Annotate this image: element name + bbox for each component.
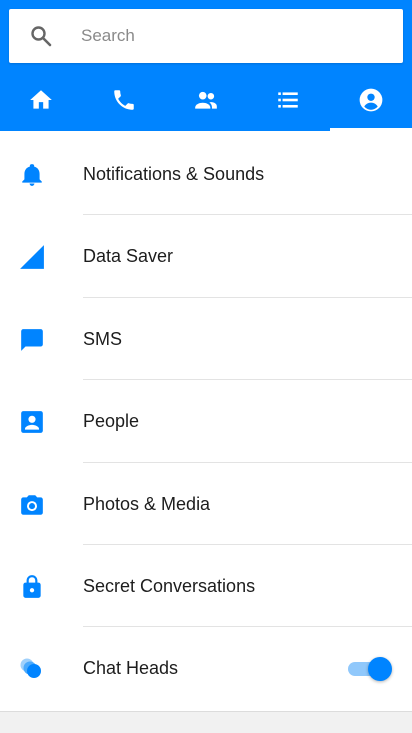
- settings-item-people[interactable]: People: [0, 380, 412, 463]
- signal-icon: [20, 245, 44, 270]
- settings-item-chat-heads[interactable]: Chat Heads: [0, 627, 412, 709]
- home-icon: [30, 89, 53, 109]
- tab-home[interactable]: [0, 68, 82, 131]
- settings-item-notifications[interactable]: Notifications & Sounds: [0, 133, 412, 216]
- people-icon: [195, 91, 217, 109]
- settings-item-data-saver[interactable]: Data Saver: [0, 215, 412, 298]
- settings-item-label: Data Saver: [83, 246, 174, 267]
- tab-list[interactable]: [247, 68, 329, 131]
- list-icon: [278, 91, 299, 108]
- tab-calls[interactable]: [82, 68, 164, 131]
- settings-item-label: Photos & Media: [83, 493, 211, 514]
- contact-icon: [21, 411, 43, 434]
- settings-item-label: Chat Heads: [83, 658, 179, 679]
- bottom-separator: [0, 711, 412, 733]
- search-input[interactable]: [81, 9, 381, 63]
- phone-icon: [113, 89, 134, 110]
- tab-people[interactable]: [165, 68, 247, 131]
- search-icon: [31, 26, 52, 47]
- message-icon: [21, 328, 43, 351]
- chat-heads-toggle[interactable]: [346, 657, 392, 682]
- chat-heads-icon: [20, 658, 41, 679]
- search-bar[interactable]: [9, 9, 403, 63]
- tab-account[interactable]: [329, 68, 412, 131]
- settings-item-label: SMS: [83, 328, 123, 349]
- bell-icon: [22, 164, 42, 186]
- settings-item-label: People: [83, 411, 140, 432]
- settings-item-sms[interactable]: SMS: [0, 298, 412, 381]
- tab-bar: [0, 68, 412, 131]
- settings-item-photos[interactable]: Photos & Media: [0, 463, 412, 545]
- settings-item-secret-conversations[interactable]: Secret Conversations: [0, 545, 412, 628]
- app-header: [0, 0, 412, 131]
- account-circle-icon: [359, 88, 383, 111]
- settings-list: Notifications & Sounds Data Saver SMS Pe…: [0, 133, 412, 710]
- settings-item-label: Secret Conversations: [83, 575, 256, 596]
- lock-icon: [23, 575, 41, 598]
- toggle-thumb: [368, 657, 392, 682]
- camera-icon: [21, 494, 43, 515]
- settings-item-label: Notifications & Sounds: [83, 164, 265, 184]
